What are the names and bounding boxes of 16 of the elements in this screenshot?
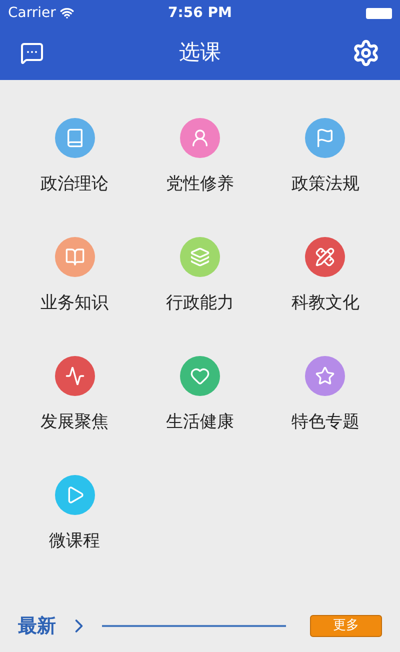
carrier-label: Carrier	[8, 4, 56, 22]
wifi-icon	[60, 6, 74, 20]
page-title: 选课	[178, 39, 222, 66]
battery-icon	[366, 8, 392, 18]
status-time: 7:56 PM	[167, 4, 233, 22]
category-item[interactable]: 政策法规	[262, 118, 388, 194]
category-item[interactable]: 科教文化	[262, 237, 388, 313]
category-item[interactable]: 发展聚焦	[12, 356, 138, 432]
latest-label: 最新	[18, 614, 56, 638]
category-item[interactable]: 特色专题	[262, 356, 388, 432]
category-item[interactable]: 政治理论	[12, 118, 138, 194]
category-item[interactable]: 生活健康	[137, 356, 263, 432]
category-item[interactable]: 党性修养	[137, 118, 263, 194]
category-item[interactable]: 行政能力	[137, 237, 263, 313]
category-item[interactable]: 微课程	[12, 475, 138, 551]
category-item[interactable]: 业务知识	[12, 237, 138, 313]
